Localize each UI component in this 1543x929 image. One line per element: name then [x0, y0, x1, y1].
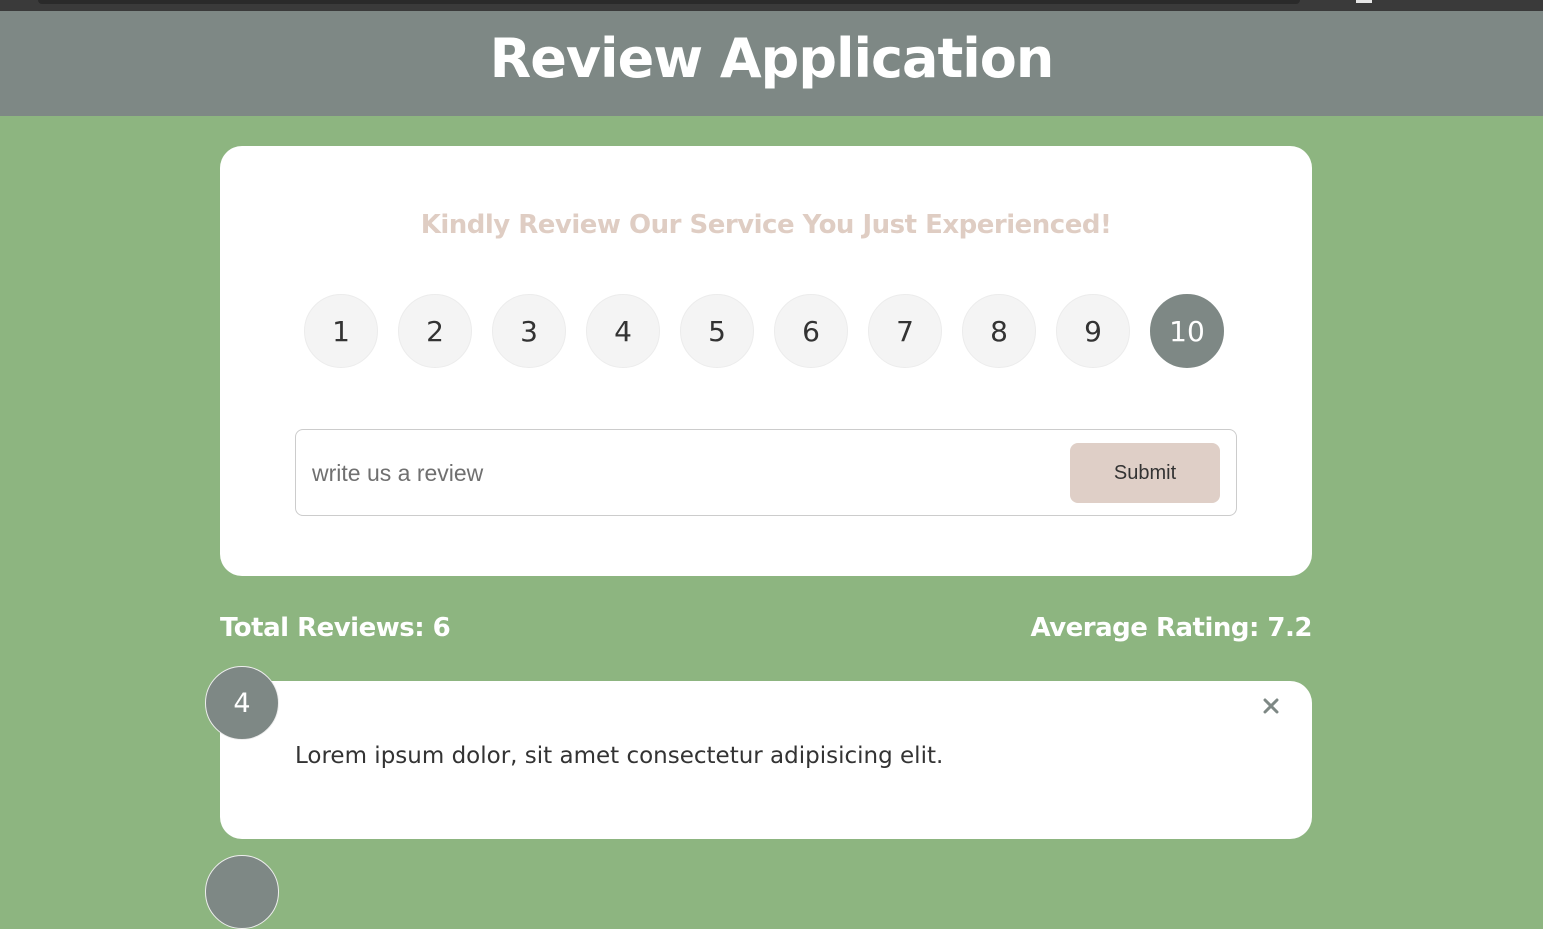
browser-indicator	[1356, 0, 1372, 3]
rating-option-1[interactable]: 1	[304, 294, 378, 368]
rating-option-3[interactable]: 3	[492, 294, 566, 368]
app-header: Review Application	[0, 11, 1543, 116]
rating-option-8[interactable]: 8	[962, 294, 1036, 368]
review-rating-badge: 4	[205, 666, 279, 740]
rating-option-10[interactable]: 10	[1150, 294, 1224, 368]
review-item: 4 Lorem ipsum dolor, sit amet consectetu…	[205, 666, 1312, 839]
rating-option-2[interactable]: 2	[398, 294, 472, 368]
browser-top-strip	[0, 0, 1543, 11]
rating-selector: 1 2 3 4 5 6 7 8 9 10	[304, 294, 1224, 368]
submit-button[interactable]: Submit	[1070, 443, 1220, 503]
review-form-card: Kindly Review Our Service You Just Exper…	[220, 146, 1312, 576]
review-text: Lorem ipsum dolor, sit amet consectetur …	[295, 743, 944, 769]
rating-option-7[interactable]: 7	[868, 294, 942, 368]
rating-option-9[interactable]: 9	[1056, 294, 1130, 368]
review-text-input[interactable]	[310, 450, 1054, 496]
average-rating: Average Rating: 7.2	[1030, 613, 1313, 643]
page-title: Review Application	[489, 27, 1055, 90]
next-review-rating-badge	[205, 855, 279, 929]
close-icon[interactable]	[1258, 693, 1284, 719]
review-prompt: Kindly Review Our Service You Just Exper…	[420, 210, 1112, 240]
rating-option-6[interactable]: 6	[774, 294, 848, 368]
rating-option-5[interactable]: 5	[680, 294, 754, 368]
browser-tab-bar	[38, 0, 1300, 4]
review-input-group: Submit	[295, 429, 1237, 516]
review-stats: Total Reviews: 6 Average Rating: 7.2	[220, 606, 1313, 650]
rating-option-4[interactable]: 4	[586, 294, 660, 368]
total-reviews: Total Reviews: 6	[220, 613, 451, 643]
